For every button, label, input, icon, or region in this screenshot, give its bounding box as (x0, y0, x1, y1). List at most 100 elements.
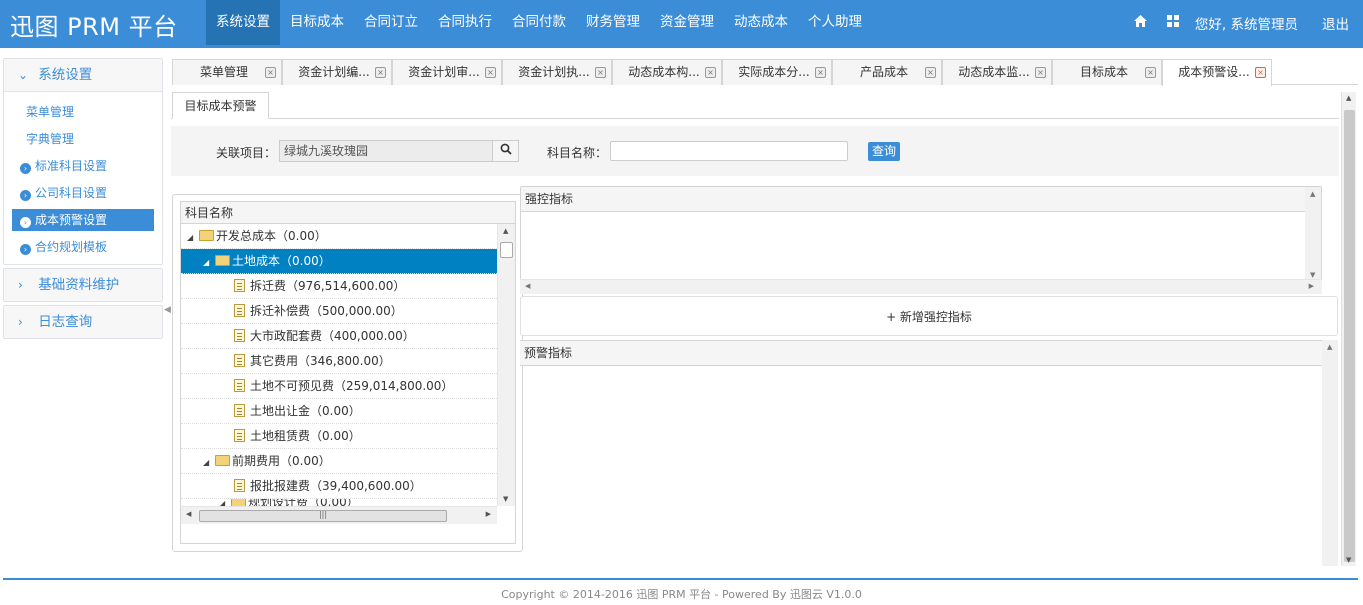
warning-panel-scrollbar[interactable]: ▲ (1322, 340, 1338, 566)
tree-row[interactable]: 拆迁费（976,514,600.00） (181, 274, 497, 299)
search-icon[interactable] (492, 141, 518, 161)
sidebar: ⌄ 系统设置 菜单管理 字典管理 › 标准科目设置 › 公司科目设置 › 成本预警设置… (3, 58, 163, 342)
tab-dynamic-cost-monitor[interactable]: 动态成本监... × (942, 59, 1052, 85)
panel-vertical-scrollbar[interactable]: ▲ ▼ (1305, 187, 1321, 282)
collapse-sidebar-icon[interactable]: ◀ (164, 305, 171, 315)
nav-item-contract-sign[interactable]: 合同订立 (354, 0, 428, 45)
close-icon[interactable]: × (705, 67, 716, 78)
content-vertical-scrollbar[interactable]: ▲ ▼ (1341, 92, 1356, 566)
nav-item-personal-assistant[interactable]: 个人助理 (798, 0, 872, 45)
tree-row-label: 大市政配套费（400,000.00） (250, 329, 415, 343)
query-button[interactable]: 查询 (868, 142, 900, 161)
close-icon[interactable]: × (595, 67, 606, 78)
scroll-up-icon[interactable]: ▲ (503, 227, 508, 235)
tab-target-cost-warning[interactable]: 目标成本预警 (172, 92, 269, 119)
expand-arrow-icon[interactable]: ◢ (203, 451, 215, 475)
nav-item-finance[interactable]: 财务管理 (576, 0, 650, 45)
scroll-left-icon[interactable]: ◀ (186, 510, 191, 518)
tree-vertical-scrollbar[interactable]: ▲ ▼ (497, 224, 515, 506)
tree-row-label: 拆迁费（976,514,600.00） (250, 279, 406, 293)
file-icon (234, 379, 245, 392)
scroll-down-icon[interactable]: ▼ (503, 495, 508, 503)
circle-arrow-icon: › (20, 217, 31, 228)
expand-arrow-icon[interactable]: ◢ (203, 251, 215, 275)
tree-row-label: 土地不可预见费（259,014,800.00） (250, 379, 454, 393)
tab-product-cost[interactable]: 产品成本 × (832, 59, 942, 85)
expand-arrow-icon[interactable]: ◢ (187, 226, 199, 250)
close-icon[interactable]: × (1035, 67, 1046, 78)
sidebar-item-menu-management[interactable]: 菜单管理 (12, 101, 154, 123)
footer-copyright: Copyright © 2014-2016 迅图 PRM 平台 - Powere… (501, 588, 862, 601)
logout-link[interactable]: 退出 (1312, 13, 1363, 33)
nav-item-dynamic-cost[interactable]: 动态成本 (724, 0, 798, 45)
tree-row[interactable]: 拆迁补偿费（500,000.00） (181, 299, 497, 324)
tab-label: 成本预警设... (1178, 65, 1250, 79)
panel-horizontal-scrollbar[interactable]: ◀ ▶ (520, 279, 1322, 294)
tree-row[interactable]: 其它费用（346,800.00） (181, 349, 497, 374)
project-field[interactable]: 绿城九溪玫瑰园 (279, 140, 519, 162)
scrollbar-thumb[interactable] (1344, 110, 1355, 562)
sidebar-group-header-system[interactable]: ⌄ 系统设置 (4, 59, 162, 91)
scroll-down-icon[interactable]: ▼ (1346, 556, 1351, 564)
sidebar-group-label: 日志查询 (38, 314, 93, 330)
add-control-indicator-button[interactable]: + 新增强控指标 (520, 296, 1338, 336)
close-icon[interactable]: × (1145, 67, 1156, 78)
tree-row[interactable]: 报批报建费（39,400,600.00） (181, 474, 497, 499)
user-greeting[interactable]: 您好, 系统管理员 (1189, 13, 1312, 33)
close-icon[interactable]: × (925, 67, 936, 78)
tree-row[interactable]: 土地租赁费（0.00） (181, 424, 497, 449)
scroll-right-icon[interactable]: ▶ (1309, 282, 1314, 290)
tab-dynamic-cost-structure[interactable]: 动态成本构... × (612, 59, 722, 85)
grid-icon[interactable] (1157, 14, 1189, 31)
scroll-up-icon[interactable]: ▲ (1327, 343, 1332, 351)
tree-row[interactable]: ◢ 前期费用（0.00） (181, 449, 497, 474)
scroll-left-icon[interactable]: ◀ (525, 282, 530, 290)
sidebar-group-system: ⌄ 系统设置 菜单管理 字典管理 › 标准科目设置 › 公司科目设置 › 成本预警设置… (3, 58, 163, 265)
scroll-up-icon[interactable]: ▲ (1310, 190, 1315, 198)
nav-item-contract-execution[interactable]: 合同执行 (428, 0, 502, 45)
sidebar-group-header-basic[interactable]: › 基础资料维护 (4, 269, 162, 301)
tab-cost-warning-settings[interactable]: 成本预警设... × (1162, 59, 1272, 86)
header-actions: 您好, 系统管理员 退出 (1125, 0, 1363, 45)
scroll-up-icon[interactable]: ▲ (1346, 94, 1351, 102)
folder-icon (199, 230, 214, 241)
tab-fund-plan-edit[interactable]: 资金计划编... × (282, 59, 392, 85)
nav-item-contract-payment[interactable]: 合同付款 (502, 0, 576, 45)
sidebar-item-contract-template[interactable]: › 合约规划模板 (12, 236, 154, 258)
tab-actual-cost-analysis[interactable]: 实际成本分... × (722, 59, 832, 85)
sidebar-item-company-subject[interactable]: › 公司科目设置 (12, 182, 154, 204)
tree-row[interactable]: ◢ 开发总成本（0.00） (181, 224, 497, 249)
scrollbar-thumb[interactable]: ||| (199, 510, 447, 522)
tab-target-cost[interactable]: 目标成本 × (1052, 59, 1162, 85)
tab-menu-management[interactable]: 菜单管理 × (172, 59, 282, 85)
tree-row[interactable]: 土地不可预见费（259,014,800.00） (181, 374, 497, 399)
sidebar-item-dictionary[interactable]: 字典管理 (12, 128, 154, 150)
tab-fund-plan-exec[interactable]: 资金计划执... × (502, 59, 612, 85)
divider (171, 118, 1339, 119)
close-icon[interactable]: × (375, 67, 386, 78)
tree-row[interactable]: ◢ 土地成本（0.00） (181, 249, 497, 274)
sidebar-item-label: 菜单管理 (26, 105, 75, 119)
home-icon[interactable] (1125, 14, 1157, 31)
top-header: 迅图 PRM 平台 系统设置 目标成本 合同订立 合同执行 合同付款 财务管理 … (0, 0, 1363, 48)
close-icon[interactable]: × (485, 67, 496, 78)
sidebar-item-standard-subject[interactable]: › 标准科目设置 (12, 155, 154, 177)
scroll-down-icon[interactable]: ▼ (1310, 271, 1315, 279)
close-icon[interactable]: × (815, 67, 826, 78)
close-icon[interactable]: × (265, 67, 276, 78)
nav-item-target-cost[interactable]: 目标成本 (280, 0, 354, 45)
scroll-right-icon[interactable]: ▶ (486, 510, 491, 518)
tree-row[interactable]: 土地出让金（0.00） (181, 399, 497, 424)
nav-item-system-settings[interactable]: 系统设置 (206, 0, 280, 45)
tree-row[interactable]: 大市政配套费（400,000.00） (181, 324, 497, 349)
nav-item-funds[interactable]: 资金管理 (650, 0, 724, 45)
sidebar-group-header-log[interactable]: › 日志查询 (4, 306, 162, 338)
tree-horizontal-scrollbar[interactable]: ◀ ||| ▶ (181, 506, 497, 524)
scrollbar-thumb[interactable] (500, 242, 513, 258)
project-label: 关联项目： (216, 146, 277, 160)
close-icon[interactable]: × (1255, 67, 1266, 78)
tree-row-label: 前期费用（0.00） (232, 454, 331, 468)
sidebar-item-cost-warning[interactable]: › 成本预警设置 (12, 209, 154, 231)
tab-fund-plan-review[interactable]: 资金计划审... × (392, 59, 502, 85)
subject-name-input[interactable] (610, 141, 848, 161)
